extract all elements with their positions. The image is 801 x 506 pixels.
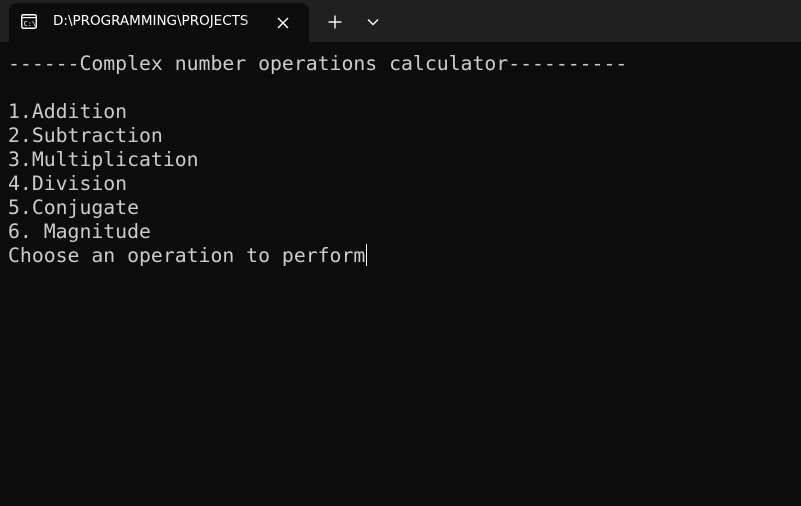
menu-item-subtraction: 2.Subtraction — [8, 124, 163, 147]
menu-item-magnitude: 6. Magnitude — [8, 220, 151, 243]
plus-icon[interactable] — [322, 10, 348, 34]
menu-item-division: 4.Division — [8, 172, 128, 195]
menu-item-conjugate: 5.Conjugate — [8, 196, 140, 219]
terminal-window: C:\ D:\PROGRAMMING\PROJECTS ------Comple… — [0, 0, 801, 506]
chevron-down-icon[interactable] — [360, 10, 386, 34]
tab-title: D:\PROGRAMMING\PROJECTS — [53, 13, 249, 29]
terminal-output[interactable]: ------Complex number operations calculat… — [0, 42, 801, 506]
calculator-header: ------Complex number operations calculat… — [8, 52, 628, 75]
menu-item-addition: 1.Addition — [8, 100, 128, 123]
close-icon[interactable] — [272, 12, 294, 34]
prompt-line[interactable]: Choose an operation to perform — [8, 244, 368, 268]
svg-text:C:\: C:\ — [24, 20, 37, 28]
text-cursor — [366, 244, 368, 266]
tab-bar: C:\ D:\PROGRAMMING\PROJECTS — [0, 0, 801, 42]
tab-active[interactable]: C:\ D:\PROGRAMMING\PROJECTS — [9, 3, 309, 42]
terminal-icon: C:\ — [21, 14, 37, 29]
prompt-text: Choose an operation to perform — [8, 244, 366, 267]
menu-item-multiplication: 3.Multiplication — [8, 148, 199, 171]
